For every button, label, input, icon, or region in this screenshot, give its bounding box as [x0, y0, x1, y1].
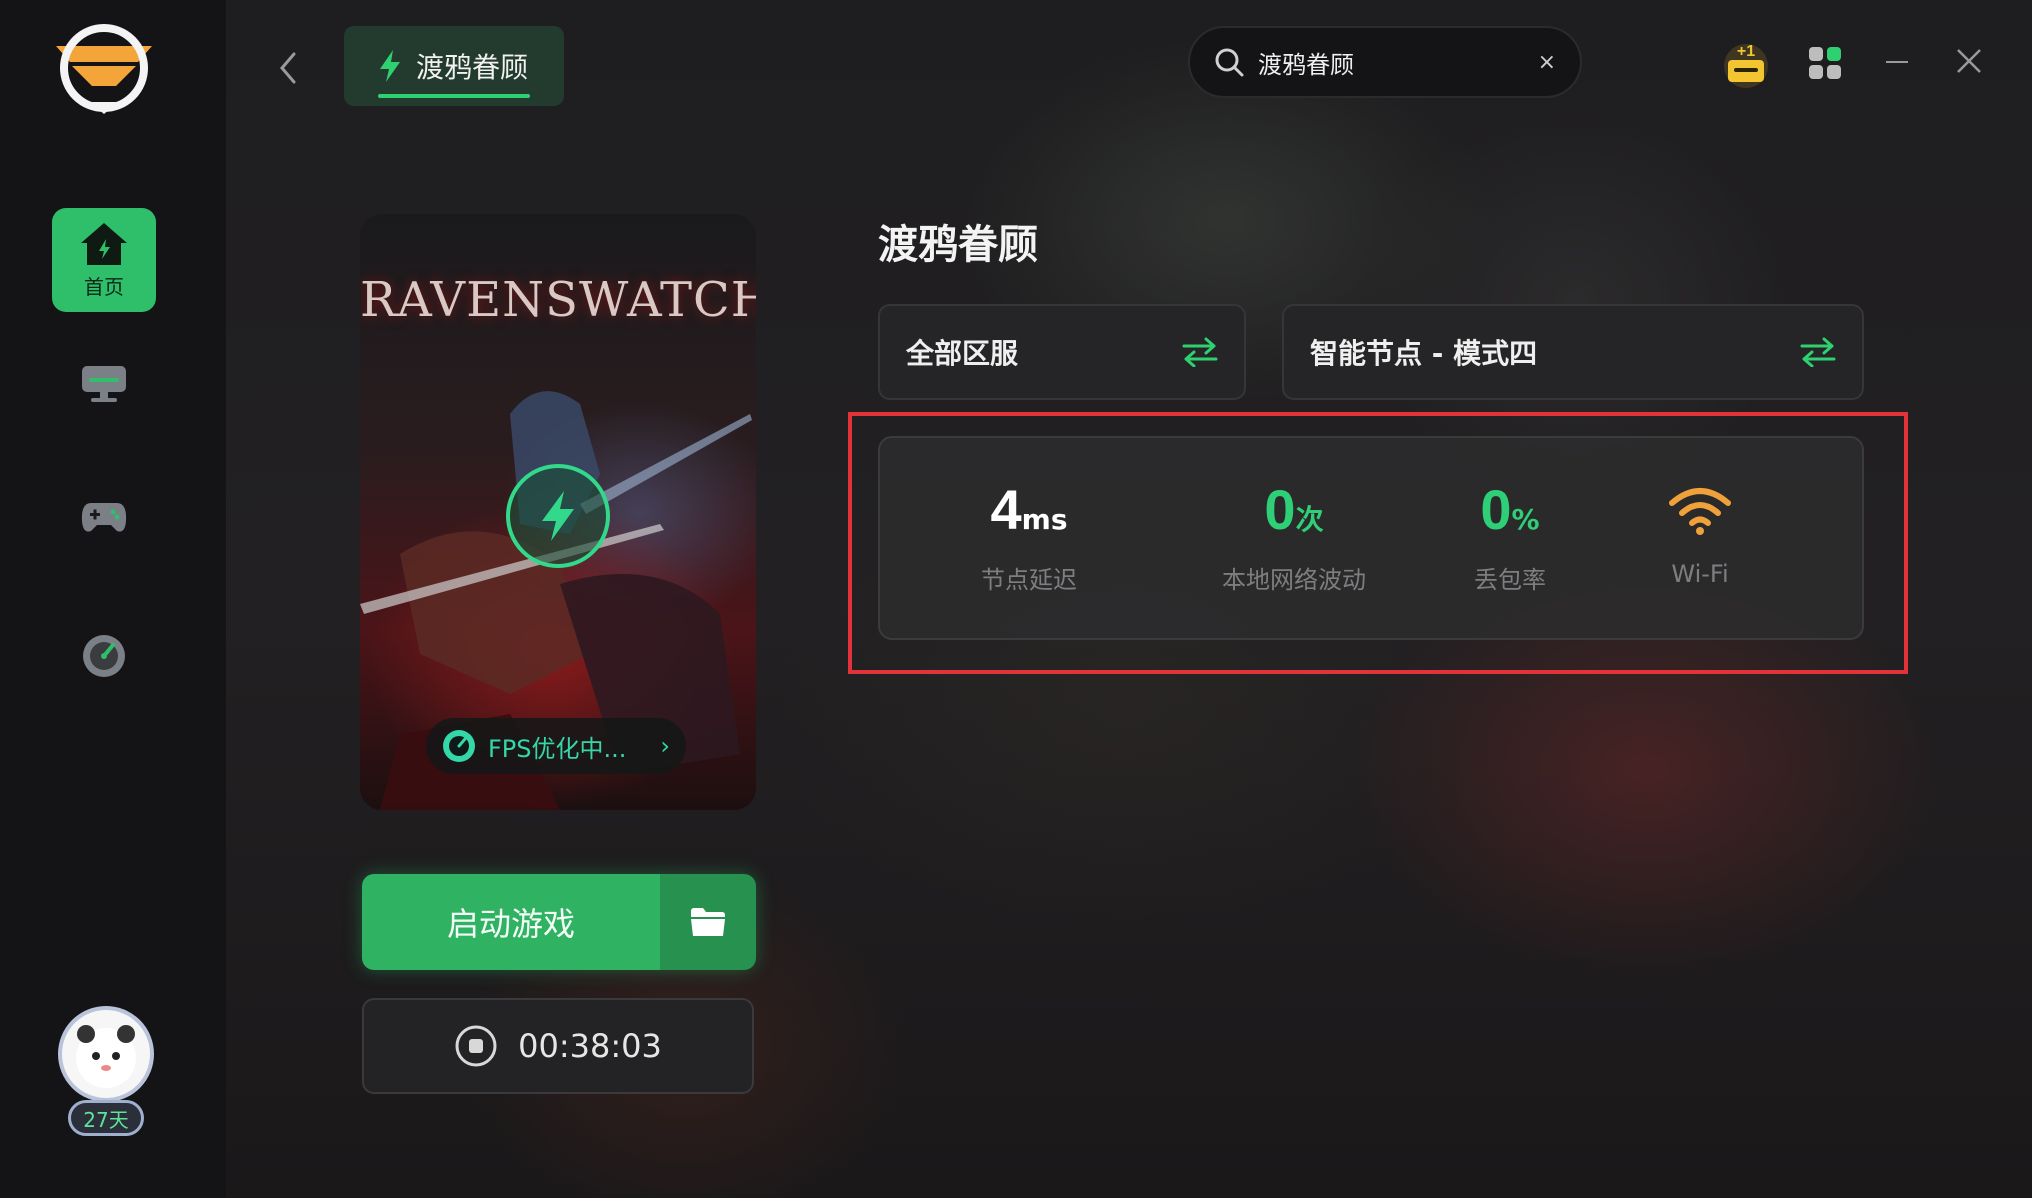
- panda-avatar-icon: [76, 1025, 136, 1088]
- close-window-button[interactable]: [1956, 48, 1982, 74]
- lightning-icon: [380, 50, 400, 82]
- avatar: [58, 1006, 154, 1102]
- region-label: 全部区服: [906, 337, 1019, 370]
- open-folder-button[interactable]: [660, 874, 756, 970]
- launch-game-group: 启动游戏: [362, 874, 756, 970]
- tab-current-game[interactable]: 渡鸦眷顾: [344, 26, 564, 106]
- acceleration-status-icon: [506, 464, 610, 568]
- back-button[interactable]: [276, 50, 300, 86]
- region-selector[interactable]: 全部区服: [878, 304, 1246, 400]
- sidebar-item-home[interactable]: 首页: [52, 208, 156, 312]
- chevron-right-icon: ›: [660, 732, 670, 760]
- fps-label: FPS优化中...: [488, 734, 627, 763]
- reward-plus-one-icon[interactable]: +1: [1716, 38, 1776, 88]
- clear-search-button[interactable]: ×: [1538, 50, 1556, 75]
- tab-label: 渡鸦眷顾: [416, 51, 529, 84]
- minimize-button[interactable]: [1886, 61, 1908, 63]
- home-icon: [81, 222, 127, 265]
- monitor-icon: [82, 366, 126, 402]
- node-label: 智能节点 - 模式四: [1310, 337, 1538, 370]
- apps-grid-icon[interactable]: [1808, 46, 1842, 80]
- switch-arrows-icon: [1800, 337, 1836, 367]
- fps-gauge-icon: [443, 730, 475, 762]
- lightning-icon: [542, 491, 574, 541]
- fps-optimization-button[interactable]: FPS优化中... ›: [426, 718, 686, 774]
- gamepad-icon: [81, 503, 127, 532]
- launch-game-button[interactable]: 启动游戏: [362, 874, 660, 970]
- svg-text:+1: +1: [1737, 43, 1755, 60]
- acceleration-timer: 00:38:03: [518, 1027, 662, 1065]
- speedometer-icon: [83, 635, 125, 677]
- sidebar-item-label: 首页: [84, 274, 124, 299]
- stats-highlight-annotation: [848, 412, 1908, 674]
- page-title: 渡鸦眷顾: [878, 222, 1038, 268]
- switch-arrows-icon: [1182, 337, 1218, 367]
- sidebar-item-games[interactable]: [52, 466, 156, 570]
- app-logo-icon: [56, 24, 152, 114]
- game-cover-title: RAVENSWATCH: [360, 272, 756, 328]
- search-bar[interactable]: 渡鸦眷顾 ×: [1188, 26, 1582, 98]
- stop-acceleration-button[interactable]: 00:38:03: [362, 998, 754, 1094]
- membership-days-badge: 27天: [68, 1100, 144, 1136]
- user-avatar[interactable]: 27天: [52, 1000, 162, 1140]
- sidebar-item-speedtest[interactable]: [52, 604, 156, 708]
- search-input[interactable]: 渡鸦眷顾: [1258, 45, 1538, 80]
- stop-icon: [455, 1025, 497, 1067]
- tab-active-indicator: [378, 94, 530, 98]
- search-icon: [1215, 48, 1244, 77]
- sidebar-item-monitor[interactable]: [52, 332, 156, 436]
- sidebar: 首页 27天: [0, 0, 226, 1198]
- game-cover[interactable]: RAVENSWATCH FPS优化中... ›: [360, 214, 756, 810]
- folder-icon: [691, 908, 725, 936]
- node-selector[interactable]: 智能节点 - 模式四: [1282, 304, 1864, 400]
